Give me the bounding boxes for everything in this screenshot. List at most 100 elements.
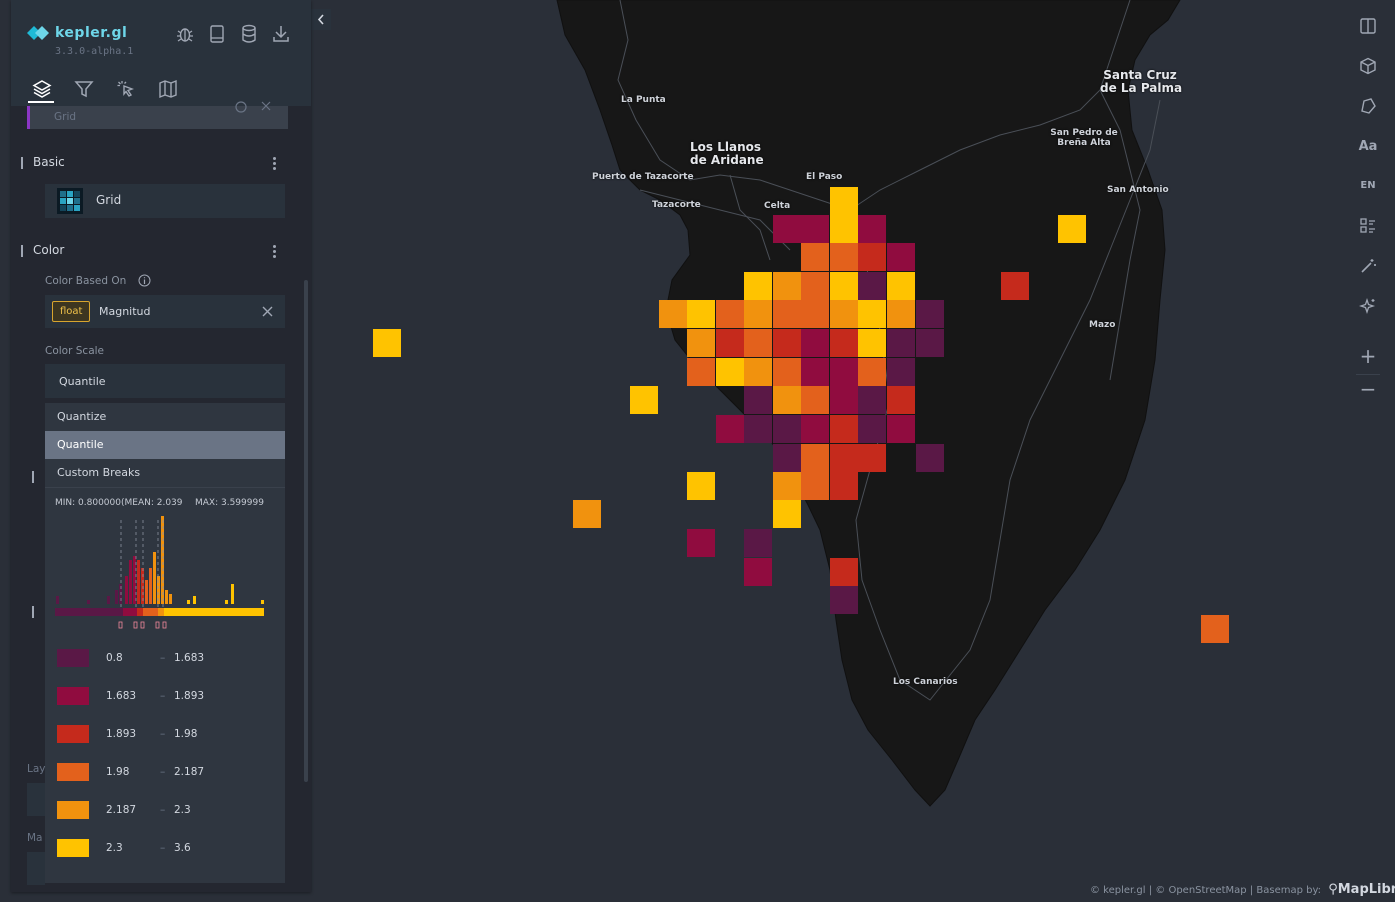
zoom-out-button[interactable]: − [1352,377,1384,401]
grid-cell[interactable] [887,358,915,386]
ai-assistant-button[interactable] [1352,290,1384,322]
grid-cell[interactable] [773,386,801,414]
grid-cell[interactable] [887,329,915,357]
grid-cell[interactable] [858,386,886,414]
grid-cell[interactable] [744,272,772,300]
language-toggle[interactable]: EN [1352,180,1384,191]
grid-cell[interactable] [630,386,658,414]
legend-from[interactable]: 0.8 [106,652,123,664]
interactions-tab[interactable] [115,78,137,100]
grid-cell[interactable] [830,472,858,500]
draw-polygon-button[interactable] [1352,90,1384,122]
grid-cell[interactable] [801,386,829,414]
layers-tab[interactable] [28,78,54,103]
grid-cell[interactable] [1058,215,1086,243]
grid-cell[interactable] [716,415,744,443]
zoom-in-button[interactable]: + [1352,344,1384,368]
grid-cell[interactable] [744,300,772,328]
grid-cell[interactable] [858,272,886,300]
grid-cell[interactable] [773,500,801,528]
grid-cell[interactable] [716,300,744,328]
map-labels-toggle[interactable]: Aa [1352,139,1384,154]
legend-swatch[interactable] [57,839,89,857]
grid-cell[interactable] [687,329,715,357]
3d-view-button[interactable] [1352,50,1384,82]
grid-cell[interactable] [716,329,744,357]
collapse-panel-button[interactable] [311,9,331,30]
split-map-button[interactable] [1352,10,1384,42]
bug-icon[interactable] [175,24,195,44]
effects-button[interactable] [1352,250,1384,282]
legend-from[interactable]: 1.893 [106,728,136,740]
grid-cell[interactable] [801,472,829,500]
grid-cell[interactable] [830,444,858,472]
legend-from[interactable]: 2.187 [106,804,136,816]
grid-cell[interactable] [830,300,858,328]
grid-cell[interactable] [916,329,944,357]
download-icon[interactable] [271,24,291,44]
grid-cell[interactable] [744,415,772,443]
color-field-selector[interactable]: float Magnitud [45,295,285,328]
grid-cell[interactable] [830,386,858,414]
grid-cell[interactable] [744,358,772,386]
filters-tab[interactable] [73,78,95,100]
grid-cell[interactable] [887,272,915,300]
info-icon[interactable] [138,274,151,287]
grid-cell[interactable] [773,472,801,500]
legend-from[interactable]: 1.98 [106,766,129,778]
grid-cell[interactable] [773,444,801,472]
grid-cell[interactable] [687,300,715,328]
grid-cell[interactable] [858,415,886,443]
grid-cell[interactable] [887,415,915,443]
panel-scrollbar[interactable] [304,280,308,782]
legend-to[interactable]: 1.893 [174,690,204,702]
layer-type-selector[interactable]: Grid [45,184,285,218]
grid-cell[interactable] [373,329,401,357]
grid-cell[interactable] [1201,615,1229,643]
grid-cell[interactable] [830,329,858,357]
database-icon[interactable] [239,24,259,44]
legend-to[interactable]: 1.683 [174,652,204,664]
grid-cell[interactable] [830,243,858,271]
grid-cell[interactable] [801,243,829,271]
grid-cell[interactable] [801,300,829,328]
grid-cell[interactable] [744,386,772,414]
grid-cell[interactable] [744,558,772,586]
basemap-tab[interactable] [157,78,179,100]
grid-cell[interactable] [744,529,772,557]
grid-cell[interactable] [716,358,744,386]
grid-cell[interactable] [801,415,829,443]
legend-to[interactable]: 3.6 [174,842,191,854]
hidden-input[interactable] [27,852,45,885]
more-vertical-icon[interactable] [273,157,277,171]
grid-cell[interactable] [858,444,886,472]
grid-cell[interactable] [687,529,715,557]
grid-cell[interactable] [916,444,944,472]
legend-swatch[interactable] [57,801,89,819]
basic-section-title[interactable]: Basic [21,155,65,169]
grid-cell[interactable] [773,329,801,357]
grid-cell[interactable] [801,272,829,300]
grid-cell[interactable] [801,444,829,472]
legend-from[interactable]: 1.683 [106,690,136,702]
grid-cell[interactable] [887,386,915,414]
legend-swatch[interactable] [57,687,89,705]
grid-cell[interactable] [773,215,801,243]
grid-cell[interactable] [1001,272,1029,300]
close-icon[interactable] [260,100,272,112]
grid-cell[interactable] [830,586,858,614]
grid-cell[interactable] [773,300,801,328]
legend-button[interactable] [1352,210,1384,242]
grid-cell[interactable] [830,415,858,443]
color-section-title[interactable]: Color [20,243,64,257]
legend-to[interactable]: 2.3 [174,804,191,816]
scale-option-custom-breaks[interactable]: Custom Breaks [45,459,285,487]
docs-icon[interactable] [207,24,227,44]
eye-icon[interactable] [234,100,248,114]
hidden-input[interactable] [27,783,45,816]
scale-option-quantile[interactable]: Quantile [45,431,285,459]
grid-cell[interactable] [858,215,886,243]
legend-from[interactable]: 2.3 [106,842,123,854]
maplibre-logo[interactable]: ⚲MapLibre [1328,882,1395,897]
legend-swatch[interactable] [57,763,89,781]
